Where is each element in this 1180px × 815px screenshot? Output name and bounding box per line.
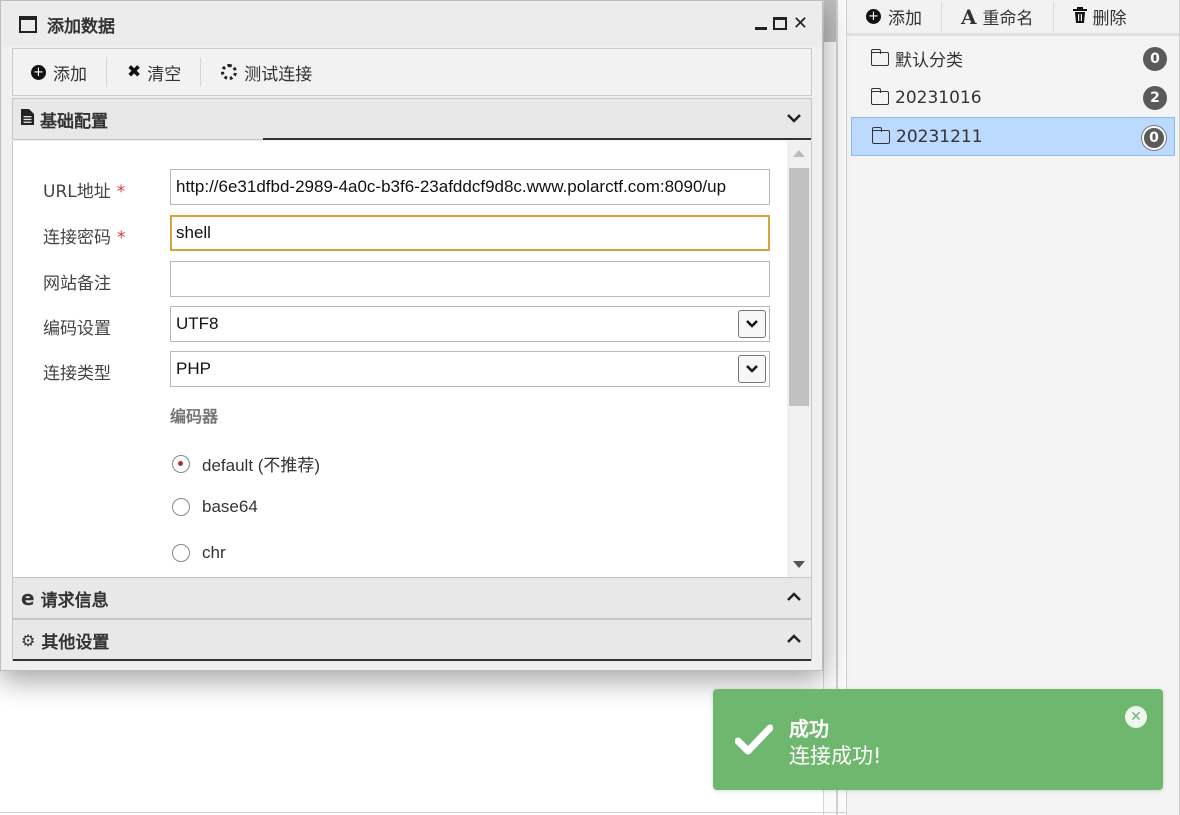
test-connection-label: 测试连接 — [244, 64, 313, 85]
trash-icon — [1072, 6, 1087, 27]
background-scrollbar[interactable] — [824, 0, 836, 42]
category-list: 默认分类 0 20231016 2 20231211 0 — [847, 39, 1179, 156]
toast-title: 成功 — [789, 717, 829, 741]
section-other-title: 其他设置 — [41, 632, 110, 653]
encoder-header: 编码器 — [170, 407, 219, 426]
category-delete-label: 删除 — [1092, 9, 1127, 29]
encoding-select[interactable]: UTF8 — [170, 306, 770, 342]
form-scrollbar[interactable] — [787, 141, 811, 577]
encoder-option-chr[interactable]: chr — [172, 543, 226, 563]
encoding-label: 编码设置 — [43, 319, 111, 339]
toast-message: 连接成功! — [789, 744, 882, 768]
dialog-title: 添加数据 — [47, 16, 115, 37]
encoding-value: UTF8 — [176, 314, 219, 333]
close-icon: ✖ — [127, 62, 142, 82]
category-count-badge: 0 — [1142, 126, 1166, 150]
category-delete-button[interactable]: 删除 — [1054, 2, 1146, 32]
encoding-row: 编码设置 UTF8 — [13, 306, 783, 342]
category-add-label: 添加 — [888, 9, 922, 29]
checkmark-icon — [735, 724, 773, 755]
category-name: 20231016 — [895, 87, 982, 108]
section-basic-title: 基础配置 — [40, 111, 108, 132]
dialog-titlebar[interactable]: 添加数据 — [1, 1, 822, 47]
chevron-down-icon[interactable] — [738, 310, 766, 338]
section-request-info[interactable]: e 请求信息 — [12, 577, 812, 619]
success-toast: 成功 连接成功! ✕ — [713, 689, 1163, 790]
chevron-down-icon[interactable] — [738, 355, 766, 383]
radio-button[interactable] — [172, 454, 190, 473]
clear-button[interactable]: ✖ 清空 — [117, 57, 202, 87]
radio-button[interactable] — [172, 544, 190, 562]
radio-button[interactable] — [172, 498, 190, 516]
add-data-dialog: 添加数据 ✕ + 添加 ✖ 清空 测试连接 基础配置 URL地址 * http:… — [0, 0, 823, 671]
category-count-badge: 0 — [1143, 47, 1167, 71]
section-request-title: 请求信息 — [40, 590, 109, 611]
note-input[interactable] — [170, 261, 770, 297]
spinner-icon — [221, 64, 238, 80]
note-row: 网站备注 — [13, 261, 783, 297]
toast-close-icon[interactable]: ✕ — [1125, 706, 1147, 728]
basic-config-form: URL地址 * http://6e31dfbd-2989-4a0c-b3f6-23… — [12, 141, 812, 577]
encoder-option-default[interactable]: default (不推荐) — [172, 451, 320, 476]
category-name: 20231211 — [896, 126, 983, 147]
encoder-option-label: chr — [202, 543, 226, 562]
font-icon: A — [961, 4, 977, 29]
chevron-up-icon — [787, 590, 801, 606]
chevron-up-icon — [787, 632, 801, 648]
url-input[interactable]: http://6e31dfbd-2989-4a0c-b3f6-23afddcf9… — [170, 169, 770, 205]
password-input[interactable]: shell — [170, 215, 770, 251]
close-icon[interactable]: ✕ — [793, 13, 808, 34]
category-item-selected[interactable]: 20231211 0 — [851, 117, 1175, 156]
folder-icon — [870, 48, 889, 66]
browser-e-icon: e — [21, 586, 35, 610]
category-rename-label: 重命名 — [982, 9, 1034, 29]
encoder-option-label: base64 — [202, 497, 258, 516]
encoder-option-base64[interactable]: base64 — [172, 497, 258, 517]
password-row: 连接密码 * shell — [13, 215, 783, 251]
url-row: URL地址 * http://6e31dfbd-2989-4a0c-b3f6-23… — [13, 169, 783, 205]
scroll-up-icon[interactable] — [793, 150, 805, 157]
type-select[interactable]: PHP — [170, 351, 770, 387]
gears-icon: ⚙ — [21, 630, 36, 650]
chevron-down-icon — [787, 111, 801, 127]
category-toolbar: + 添加 A 重命名 删除 — [847, 0, 1179, 36]
plus-circle-icon: + — [31, 64, 46, 80]
category-name: 默认分类 — [895, 51, 963, 71]
maximize-icon[interactable] — [772, 17, 787, 30]
password-label: 连接密码 * — [43, 228, 126, 248]
category-count-badge: 2 — [1143, 86, 1167, 110]
section-underline — [263, 138, 811, 140]
section-underline — [13, 659, 811, 661]
add-button[interactable]: + 添加 — [21, 57, 107, 87]
type-value: PHP — [176, 359, 211, 378]
test-connection-button[interactable]: 测试连接 — [211, 57, 331, 87]
minimize-icon[interactable] — [754, 27, 767, 30]
encoder-option-label: default (不推荐) — [202, 456, 321, 475]
category-add-button[interactable]: + 添加 — [847, 1, 942, 32]
scrollbar-thumb[interactable] — [789, 168, 809, 406]
required-mark: * — [116, 182, 126, 202]
document-icon — [21, 109, 34, 129]
window-icon — [19, 15, 37, 33]
scroll-down-icon[interactable] — [793, 561, 805, 568]
type-label: 连接类型 — [43, 364, 111, 384]
folder-icon — [871, 126, 890, 144]
type-row: 连接类型 PHP — [13, 351, 783, 387]
folder-icon — [870, 87, 889, 105]
category-item[interactable]: 20231016 2 — [847, 78, 1179, 117]
clear-button-label: 清空 — [147, 64, 182, 85]
plus-circle-icon: + — [866, 9, 881, 24]
section-basic-config[interactable]: 基础配置 — [12, 98, 812, 140]
required-mark: * — [117, 228, 126, 248]
dialog-toolbar: + 添加 ✖ 清空 测试连接 — [12, 48, 812, 96]
add-button-label: 添加 — [53, 64, 87, 85]
section-other-settings[interactable]: ⚙ 其他设置 — [12, 619, 812, 661]
url-label: URL地址 * — [43, 182, 126, 202]
category-item[interactable]: 默认分类 0 — [847, 39, 1179, 78]
window-controls: ✕ — [754, 13, 808, 34]
category-rename-button[interactable]: A 重命名 — [942, 1, 1054, 32]
note-label: 网站备注 — [43, 274, 111, 294]
